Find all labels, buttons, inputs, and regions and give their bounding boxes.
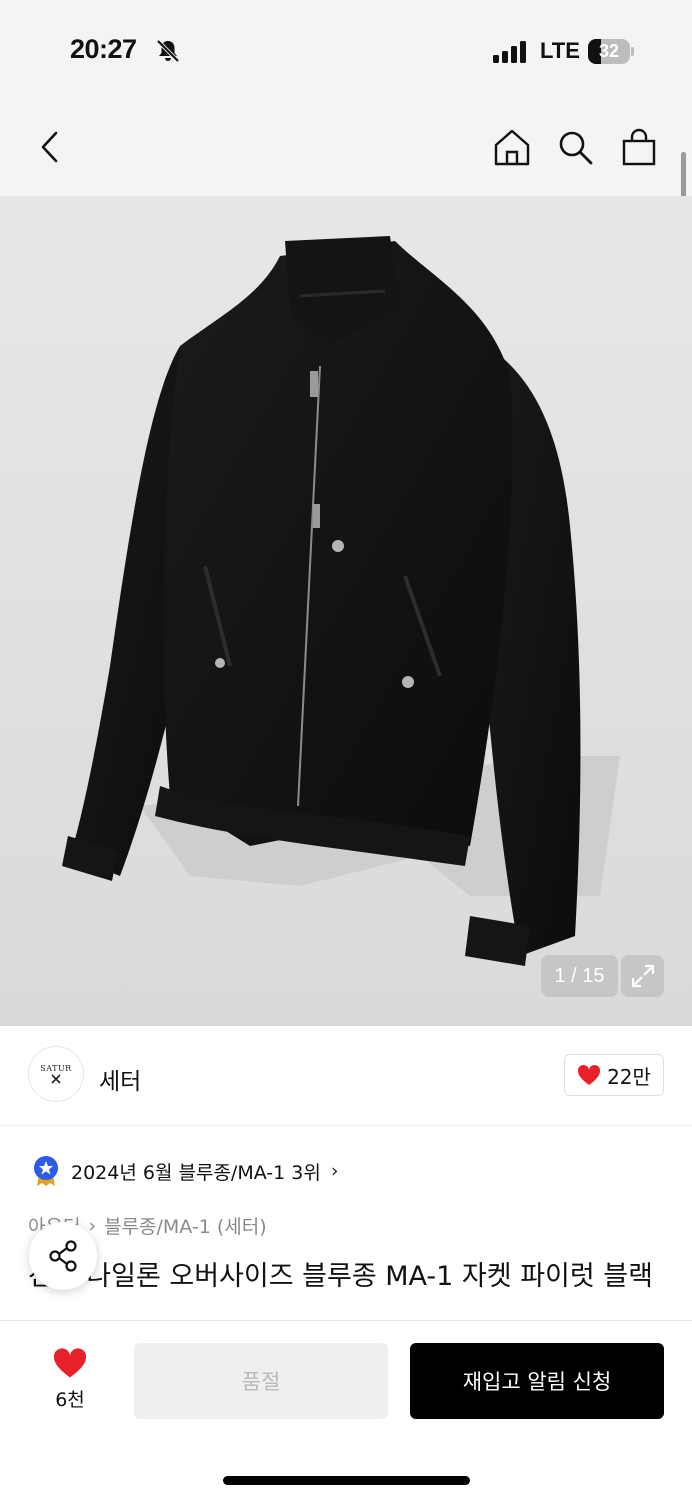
brand-logo-text: SATUR <box>40 1063 72 1073</box>
soldout-button: 품절 <box>134 1343 388 1419</box>
status-time: 20:27 <box>70 34 137 64</box>
network-type: LTE <box>540 38 580 63</box>
cart-button[interactable] <box>617 125 661 169</box>
search-button[interactable] <box>553 125 597 169</box>
product-title: 션트 나일론 오버사이즈 블루종 MA-1 자켓 파이럿 블랙 <box>28 1261 653 1292</box>
home-indicator[interactable] <box>223 1476 470 1485</box>
share-button[interactable] <box>29 1222 97 1290</box>
search-icon <box>559 131 593 165</box>
restock-alert-button[interactable]: 재입고 알림 신청 <box>410 1343 664 1419</box>
app-header <box>0 100 692 196</box>
home-button[interactable] <box>490 125 534 169</box>
bell-slash-icon <box>156 39 180 63</box>
expand-button[interactable] <box>621 955 664 997</box>
bottom-action-bar: 6천 품절 재입고 알림 신청 <box>0 1320 692 1500</box>
brand-emblem-icon <box>51 1073 61 1084</box>
product-image-gallery[interactable]: 1 / 15 <box>0 196 692 1026</box>
battery-icon: 32 <box>588 39 634 64</box>
wishlist-button[interactable]: 6천 <box>40 1347 100 1412</box>
share-icon <box>49 1240 77 1272</box>
ranking-text: 2024년 6월 블루종/MA-1 3위 <box>71 1161 321 1184</box>
brand-row: SATUR 세터 22만 <box>0 1026 692 1126</box>
heart-icon <box>53 1348 87 1378</box>
home-icon <box>494 129 530 166</box>
chevron-right-icon: › <box>330 1160 339 1182</box>
breadcrumb-separator-icon: › <box>88 1214 97 1237</box>
battery-percent: 32 <box>598 41 620 61</box>
breadcrumb-item-subcategory[interactable]: 블루종/MA-1 (세터) <box>104 1212 267 1239</box>
rank-badge-icon <box>34 1156 58 1186</box>
image-counter: 1 / 15 <box>541 955 618 997</box>
back-button[interactable] <box>28 125 72 169</box>
brand-logo[interactable]: SATUR <box>28 1046 84 1102</box>
brand-like-button[interactable]: 22만 <box>564 1054 664 1096</box>
brand-like-count: 22만 <box>607 1064 651 1089</box>
brand-name[interactable]: 세터 <box>99 1062 141 1096</box>
status-bar: 20:27 LTE 32 <box>0 0 692 100</box>
heart-icon <box>578 1064 601 1085</box>
ranking-link[interactable]: 2024년 6월 블루종/MA-1 3위 › <box>33 1154 338 1188</box>
shopping-bag-icon <box>622 128 656 166</box>
product-photo <box>62 236 620 966</box>
signal-icon <box>493 41 526 63</box>
back-icon <box>41 131 58 163</box>
expand-icon <box>631 964 654 988</box>
wishlist-count: 6천 <box>55 1389 85 1411</box>
